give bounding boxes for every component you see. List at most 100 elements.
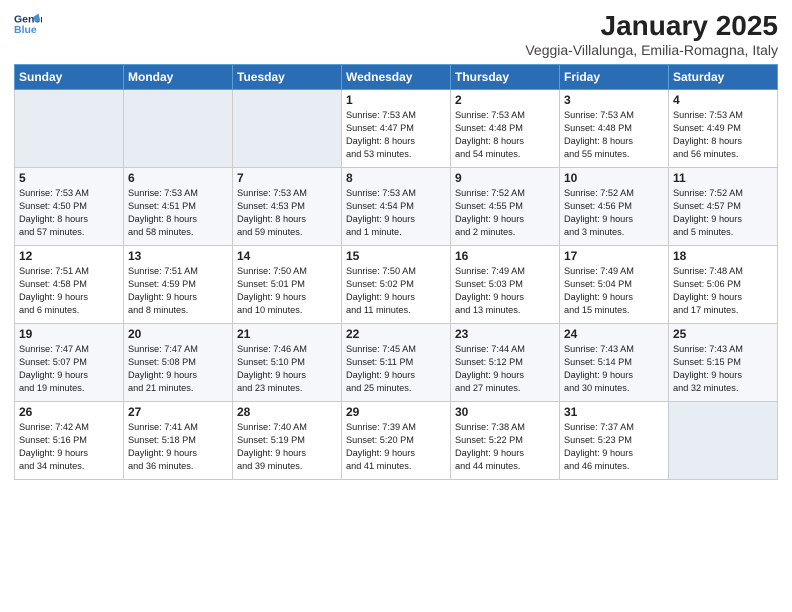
calendar-cell: 17Sunrise: 7:49 AM Sunset: 5:04 PM Dayli… xyxy=(560,246,669,324)
calendar-cell: 25Sunrise: 7:43 AM Sunset: 5:15 PM Dayli… xyxy=(669,324,778,402)
week-row-5: 26 Sunrise: 7:42 AM Sunset: 5:16 PM Dayli… xyxy=(15,402,778,480)
day-number: 22 xyxy=(346,327,446,341)
day-info: Sunrise: 7:51 AM Sunset: 4:59 PM Dayligh… xyxy=(128,265,228,317)
day-info: Sunrise: 7:53 AM Sunset: 4:50 PM Dayligh… xyxy=(19,187,119,239)
day-number: 28 xyxy=(237,405,337,419)
day-info: Sunrise: 7:53 AM Sunset: 4:48 PM Dayligh… xyxy=(455,109,555,161)
day-number: 30 xyxy=(455,405,555,419)
day-number: 16 xyxy=(455,249,555,263)
calendar-cell: 13 Sunrise: 7:51 AM Sunset: 4:59 PM Dayli… xyxy=(124,246,233,324)
day-number: 29 xyxy=(346,405,446,419)
day-number: 7 xyxy=(237,171,337,185)
day-header-monday: Monday xyxy=(124,65,233,90)
svg-text:Blue: Blue xyxy=(14,24,37,36)
week-row-2: 5 Sunrise: 7:53 AM Sunset: 4:50 PM Daylig… xyxy=(15,168,778,246)
day-info: Sunrise: 7:52 AM Sunset: 4:56 PM Dayligh… xyxy=(564,187,664,239)
day-header-friday: Friday xyxy=(560,65,669,90)
day-number: 25 xyxy=(673,327,773,341)
day-number: 26 xyxy=(19,405,119,419)
calendar-cell: 1 Sunrise: 7:53 AM Sunset: 4:47 PM Daylig… xyxy=(342,90,451,168)
day-info: Sunrise: 7:49 AM Sunset: 5:04 PM Dayligh… xyxy=(564,265,664,317)
header: General Blue January 2025 Veggia-Villalu… xyxy=(14,10,778,58)
calendar-cell: 11 Sunrise: 7:52 AM Sunset: 4:57 PM Dayli… xyxy=(669,168,778,246)
day-number: 18 xyxy=(673,249,773,263)
day-number: 4 xyxy=(673,93,773,107)
calendar-cell: 22 Sunrise: 7:45 AM Sunset: 5:11 PM Dayli… xyxy=(342,324,451,402)
day-info: Sunrise: 7:37 AM Sunset: 5:23 PM Dayligh… xyxy=(564,421,664,473)
week-row-3: 12Sunrise: 7:51 AM Sunset: 4:58 PM Dayli… xyxy=(15,246,778,324)
calendar-cell: 31Sunrise: 7:37 AM Sunset: 5:23 PM Dayli… xyxy=(560,402,669,480)
day-number: 9 xyxy=(455,171,555,185)
day-number: 3 xyxy=(564,93,664,107)
day-info: Sunrise: 7:53 AM Sunset: 4:49 PM Dayligh… xyxy=(673,109,773,161)
logo: General Blue xyxy=(14,10,42,38)
day-info: Sunrise: 7:50 AM Sunset: 5:01 PM Dayligh… xyxy=(237,265,337,317)
calendar-cell: 27 Sunrise: 7:41 AM Sunset: 5:18 PM Dayli… xyxy=(124,402,233,480)
day-info: Sunrise: 7:50 AM Sunset: 5:02 PM Dayligh… xyxy=(346,265,446,317)
day-info: Sunrise: 7:41 AM Sunset: 5:18 PM Dayligh… xyxy=(128,421,228,473)
calendar-cell xyxy=(233,90,342,168)
calendar-cell xyxy=(15,90,124,168)
day-info: Sunrise: 7:53 AM Sunset: 4:48 PM Dayligh… xyxy=(564,109,664,161)
calendar-cell xyxy=(124,90,233,168)
day-info: Sunrise: 7:47 AM Sunset: 5:07 PM Dayligh… xyxy=(19,343,119,395)
day-number: 27 xyxy=(128,405,228,419)
day-info: Sunrise: 7:52 AM Sunset: 4:57 PM Dayligh… xyxy=(673,187,773,239)
day-number: 13 xyxy=(128,249,228,263)
calendar-cell: 20Sunrise: 7:47 AM Sunset: 5:08 PM Dayli… xyxy=(124,324,233,402)
day-info: Sunrise: 7:53 AM Sunset: 4:51 PM Dayligh… xyxy=(128,187,228,239)
calendar-table: SundayMondayTuesdayWednesdayThursdayFrid… xyxy=(14,64,778,480)
calendar-cell: 10 Sunrise: 7:52 AM Sunset: 4:56 PM Dayli… xyxy=(560,168,669,246)
calendar-cell: 15 Sunrise: 7:50 AM Sunset: 5:02 PM Dayli… xyxy=(342,246,451,324)
day-info: Sunrise: 7:45 AM Sunset: 5:11 PM Dayligh… xyxy=(346,343,446,395)
calendar-cell: 19 Sunrise: 7:47 AM Sunset: 5:07 PM Dayli… xyxy=(15,324,124,402)
calendar-cell: 2 Sunrise: 7:53 AM Sunset: 4:48 PM Daylig… xyxy=(451,90,560,168)
calendar-cell: 12Sunrise: 7:51 AM Sunset: 4:58 PM Dayli… xyxy=(15,246,124,324)
calendar-cell: 16Sunrise: 7:49 AM Sunset: 5:03 PM Dayli… xyxy=(451,246,560,324)
day-number: 15 xyxy=(346,249,446,263)
day-number: 1 xyxy=(346,93,446,107)
day-number: 23 xyxy=(455,327,555,341)
day-info: Sunrise: 7:53 AM Sunset: 4:47 PM Dayligh… xyxy=(346,109,446,161)
day-number: 12 xyxy=(19,249,119,263)
day-number: 11 xyxy=(673,171,773,185)
calendar-cell: 3 Sunrise: 7:53 AM Sunset: 4:48 PM Daylig… xyxy=(560,90,669,168)
day-info: Sunrise: 7:44 AM Sunset: 5:12 PM Dayligh… xyxy=(455,343,555,395)
day-header-thursday: Thursday xyxy=(451,65,560,90)
calendar-cell: 21Sunrise: 7:46 AM Sunset: 5:10 PM Dayli… xyxy=(233,324,342,402)
calendar-cell: 14 Sunrise: 7:50 AM Sunset: 5:01 PM Dayli… xyxy=(233,246,342,324)
calendar-cell: 23 Sunrise: 7:44 AM Sunset: 5:12 PM Dayli… xyxy=(451,324,560,402)
calendar-cell: 4 Sunrise: 7:53 AM Sunset: 4:49 PM Daylig… xyxy=(669,90,778,168)
calendar-cell: 26 Sunrise: 7:42 AM Sunset: 5:16 PM Dayli… xyxy=(15,402,124,480)
day-info: Sunrise: 7:48 AM Sunset: 5:06 PM Dayligh… xyxy=(673,265,773,317)
day-info: Sunrise: 7:53 AM Sunset: 4:53 PM Dayligh… xyxy=(237,187,337,239)
calendar-cell: 29 Sunrise: 7:39 AM Sunset: 5:20 PM Dayli… xyxy=(342,402,451,480)
day-number: 10 xyxy=(564,171,664,185)
day-header-saturday: Saturday xyxy=(669,65,778,90)
location-title: Veggia-Villalunga, Emilia-Romagna, Italy xyxy=(525,42,778,58)
month-title: January 2025 xyxy=(525,10,778,42)
calendar-cell: 6 Sunrise: 7:53 AM Sunset: 4:51 PM Daylig… xyxy=(124,168,233,246)
day-info: Sunrise: 7:39 AM Sunset: 5:20 PM Dayligh… xyxy=(346,421,446,473)
day-number: 19 xyxy=(19,327,119,341)
day-info: Sunrise: 7:53 AM Sunset: 4:54 PM Dayligh… xyxy=(346,187,446,239)
header-row: SundayMondayTuesdayWednesdayThursdayFrid… xyxy=(15,65,778,90)
calendar-cell: 8Sunrise: 7:53 AM Sunset: 4:54 PM Daylig… xyxy=(342,168,451,246)
day-number: 14 xyxy=(237,249,337,263)
calendar-cell: 18 Sunrise: 7:48 AM Sunset: 5:06 PM Dayli… xyxy=(669,246,778,324)
week-row-4: 19 Sunrise: 7:47 AM Sunset: 5:07 PM Dayli… xyxy=(15,324,778,402)
day-number: 6 xyxy=(128,171,228,185)
day-info: Sunrise: 7:42 AM Sunset: 5:16 PM Dayligh… xyxy=(19,421,119,473)
logo-icon: General Blue xyxy=(14,10,42,38)
day-info: Sunrise: 7:40 AM Sunset: 5:19 PM Dayligh… xyxy=(237,421,337,473)
day-info: Sunrise: 7:46 AM Sunset: 5:10 PM Dayligh… xyxy=(237,343,337,395)
day-info: Sunrise: 7:43 AM Sunset: 5:14 PM Dayligh… xyxy=(564,343,664,395)
title-block: January 2025 Veggia-Villalunga, Emilia-R… xyxy=(525,10,778,58)
calendar-cell: 24Sunrise: 7:43 AM Sunset: 5:14 PM Dayli… xyxy=(560,324,669,402)
day-header-sunday: Sunday xyxy=(15,65,124,90)
calendar-cell: 5 Sunrise: 7:53 AM Sunset: 4:50 PM Daylig… xyxy=(15,168,124,246)
page-container: General Blue January 2025 Veggia-Villalu… xyxy=(0,0,792,488)
day-number: 5 xyxy=(19,171,119,185)
day-number: 2 xyxy=(455,93,555,107)
calendar-cell: 7 Sunrise: 7:53 AM Sunset: 4:53 PM Daylig… xyxy=(233,168,342,246)
